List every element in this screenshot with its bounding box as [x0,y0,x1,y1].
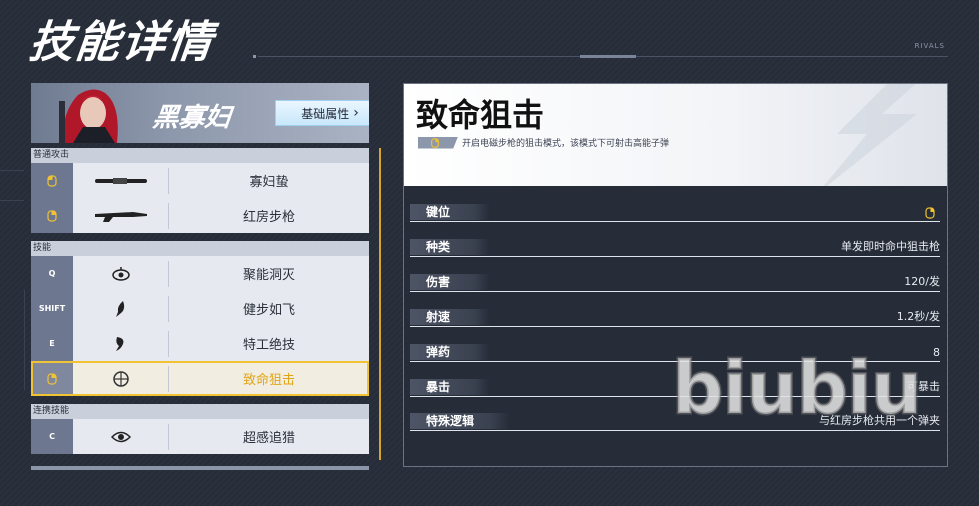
attributes-button[interactable]: 基础属性 › [275,100,369,126]
section-header: 连携技能 [31,404,369,419]
stat-underline [410,256,940,257]
page-title: 技能详情 [26,17,217,68]
skill-icon-cell [73,291,168,326]
skill-name: 红房步枪 [242,210,295,225]
stat-value: 单发即时命中狙击枪 [841,240,940,253]
key-cell [31,163,73,198]
skill-icon-cell [73,326,168,361]
rifle-icon [94,211,147,222]
attributes-button-label: 基础属性 [301,106,350,121]
header-accent [580,55,636,58]
stat-row-type: 种类 单发即时命中狙击枪 [410,237,940,257]
stat-label: 键位 [410,204,490,220]
skill-row-widows-bite[interactable]: 寡妇蛰 [31,163,369,198]
detail-title: 致命狙击 [416,96,545,134]
sense-eye-icon [110,431,131,442]
lightning-bolt-icon [823,84,917,186]
hero-portrait-icon [59,89,118,143]
skill-row-e[interactable]: E 特工绝技 [31,326,369,361]
skill-row-red-room-rifle[interactable]: 红房步枪 [31,198,369,233]
skill-row-lethal-snipe[interactable]: 致命狙击 [31,361,369,396]
skill-icon-cell [73,198,168,233]
key-cell: C [31,419,73,454]
detail-description-row: 开启电磁步枪的狙击模式，该模式下可射击高能子弹 [418,136,669,149]
stat-label: 伤害 [410,274,490,290]
stat-row-damage: 伤害 120/发 [410,272,940,292]
section-header: 普通攻击 [31,148,369,163]
skill-list-bottom-bar [31,466,369,470]
watermark: biubiu [671,345,924,432]
section-header: 技能 [31,241,369,256]
stat-row-fire-rate: 射速 1.2秒/发 [410,307,940,327]
section-abilities: 技能 Q 聚能洞灭 SHIFT 健步如飞 E 特工绝技 致命狙击 [31,241,369,396]
hero-card: 黑寡妇 基础属性 › [31,83,369,143]
stat-value: 1.2秒/发 [896,310,940,323]
mouse-right-icon [47,372,57,385]
frame-left-vline [24,290,25,390]
stat-row-keybind: 键位 [410,202,940,222]
frame-left-line-2 [0,200,24,201]
stat-underline [410,430,940,431]
baton-icon [94,177,147,184]
stat-value: 8 [933,346,940,359]
skill-name: 寡妇蛰 [249,175,289,190]
detail-header: 致命狙击 开启电磁步枪的狙击模式，该模式下可射击高能子弹 [404,84,947,186]
skill-name: 特工绝技 [242,338,295,353]
stat-label: 弹药 [410,344,490,360]
mouse-right-icon [47,209,57,222]
stat-value: 120/发 [904,275,940,288]
stat-label: 射速 [410,309,490,325]
skill-row-c[interactable]: C 超感追猎 [31,419,369,454]
crosshair-icon [112,370,129,387]
stat-label: 暴击 [410,379,490,395]
frame-left-line [0,170,24,171]
stat-label: 特殊逻辑 [410,413,510,429]
stat-underline [410,291,940,292]
skill-icon-cell [73,361,168,396]
brand-label: RIVALS [914,42,945,50]
hero-name: 黑寡妇 [151,103,233,133]
key-cell: E [31,326,73,361]
leap-icon [115,300,124,317]
skill-row-q[interactable]: Q 聚能洞灭 [31,256,369,291]
skill-row-shift[interactable]: SHIFT 健步如飞 [31,291,369,326]
skill-icon-cell [73,163,168,198]
stat-label: 种类 [410,239,490,255]
skill-icon-cell [73,419,168,454]
key-cell [31,361,73,396]
skill-name: 健步如飞 [242,303,295,318]
header-dot [253,55,256,58]
key-cell [31,198,73,233]
stat-underline [410,326,940,327]
section-basic-attack: 普通攻击 寡妇蛰 红房步枪 [31,148,369,233]
skill-name: 聚能洞灭 [242,268,295,283]
skill-icon-cell [73,256,168,291]
skill-name: 致命狙击 [242,373,295,388]
mouse-right-icon [925,207,935,219]
stat-underline [410,221,940,222]
skill-list-scrollbar[interactable] [379,148,381,460]
eye-drone-icon [111,266,130,281]
chevron-right-icon: › [353,105,359,121]
skill-name: 超感追猎 [242,431,295,446]
detail-description: 开启电磁步枪的狙击模式，该模式下可射击高能子弹 [462,139,670,149]
mouse-left-icon [47,174,57,187]
mouse-right-icon [431,137,439,148]
key-tag [418,136,458,149]
key-cell: SHIFT [31,291,73,326]
key-cell: Q [31,256,73,291]
section-team-up: 连携技能 C 超感追猎 [31,404,369,454]
kick-icon [115,336,123,351]
